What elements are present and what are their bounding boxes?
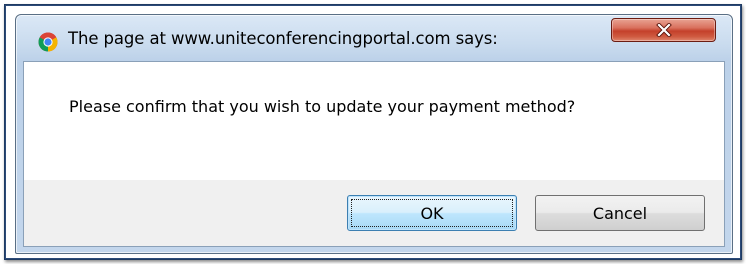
screenshot-frame: The page at www.uniteconferencingportal.… xyxy=(4,4,742,260)
chrome-icon xyxy=(38,32,58,52)
cancel-button-label: Cancel xyxy=(592,203,648,223)
button-area: OK Cancel xyxy=(24,180,724,246)
ok-button-label: OK xyxy=(420,203,444,223)
close-button[interactable] xyxy=(611,18,716,42)
cancel-button[interactable]: Cancel xyxy=(535,195,705,231)
close-icon xyxy=(655,23,672,37)
dialog-titlebar[interactable]: The page at www.uniteconferencingportal.… xyxy=(16,15,732,61)
dialog-title: The page at www.uniteconferencingportal.… xyxy=(68,29,498,48)
alert-dialog: The page at www.uniteconferencingportal.… xyxy=(15,14,733,254)
dialog-message: Please confirm that you wish to update y… xyxy=(69,97,576,116)
message-area: Please confirm that you wish to update y… xyxy=(24,62,724,180)
dialog-body: Please confirm that you wish to update y… xyxy=(23,61,725,247)
ok-button[interactable]: OK xyxy=(347,195,517,231)
